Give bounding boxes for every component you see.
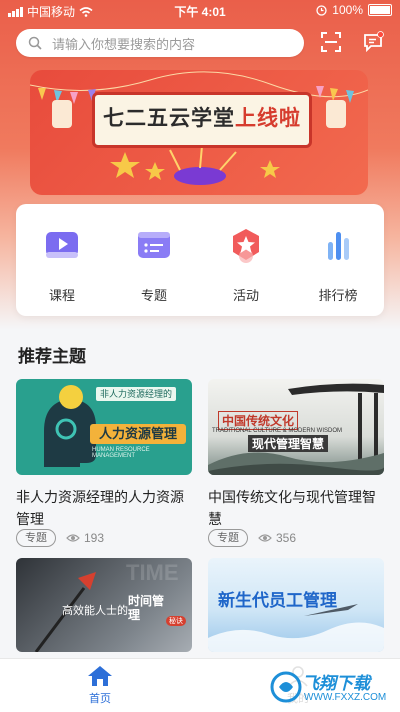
search-icon xyxy=(28,36,42,50)
scan-icon[interactable] xyxy=(320,31,342,53)
section-title: 推荐主题 xyxy=(18,347,86,366)
view-count-value: 356 xyxy=(276,531,297,545)
thumb-main: 人力资源管理 xyxy=(90,424,186,444)
topic-tag: 专题 xyxy=(16,529,56,547)
home-icon xyxy=(88,666,112,686)
nav-label: 课程 xyxy=(48,288,75,303)
star-badge-icon xyxy=(233,229,259,263)
topic-meta: 专题 356 xyxy=(208,529,296,547)
play-video-icon xyxy=(46,232,78,258)
bar-chart-icon xyxy=(328,232,349,260)
thumb-main: 时间管理 xyxy=(128,594,165,622)
view-count-value: 193 xyxy=(84,531,105,545)
eye-icon xyxy=(66,534,80,542)
topic-tag: 专题 xyxy=(208,529,248,547)
battery-percent: 100% xyxy=(332,3,363,17)
thumb-en: TRADITIONAL CULTURE & MODERN WISDOM xyxy=(212,428,343,434)
view-count: 193 xyxy=(66,531,104,545)
thumb-line1: 高效能人士的 xyxy=(62,605,128,617)
battery-icon xyxy=(368,4,392,16)
search-input[interactable]: 请输入你想要搜索的内容 xyxy=(16,29,304,57)
nav-label: 专题 xyxy=(140,288,167,303)
watermark-name: 飞翔下载 xyxy=(302,674,370,693)
thumb-main: 现代管理智慧 xyxy=(248,435,329,452)
topic-meta: 专题 193 xyxy=(16,529,104,547)
nav-label: 活动 xyxy=(232,288,259,303)
fxxz-logo-icon xyxy=(270,671,302,703)
tab-home[interactable]: 首页 xyxy=(70,665,130,706)
nav-item-ranking[interactable]: 排行榜 xyxy=(298,226,378,304)
promo-banner[interactable]: 七二五云学堂上线啦 xyxy=(30,70,368,195)
topic-thumbnail-hr[interactable]: 非人力资源经理的 人力资源管理 HUMAN RESOURCE MANAGEMEN… xyxy=(16,379,192,475)
watermark-logo: 飞翔下载 WWW.FXXZ.COM xyxy=(266,665,396,709)
status-bar: 中国移动 下午 4:01 100% xyxy=(0,0,400,22)
list-folder-icon xyxy=(138,232,170,258)
view-count: 356 xyxy=(258,531,296,545)
nav-item-activities[interactable]: 活动 xyxy=(206,226,286,304)
alarm-icon xyxy=(316,4,327,16)
thumb-main: 新生代员工管理 xyxy=(218,591,337,610)
thumb-badge: 秘诀 xyxy=(166,616,186,626)
tab-label: 首页 xyxy=(89,693,111,705)
nav-item-courses[interactable]: 课程 xyxy=(22,226,102,304)
thumb-line1: 非人力资源经理的 xyxy=(96,387,176,401)
topic-title[interactable]: 非人力资源经理的人力资源管理 xyxy=(16,486,194,530)
nav-item-topics[interactable]: 专题 xyxy=(114,226,194,304)
banner-title: 七二五云学堂上线啦 xyxy=(103,107,301,130)
eye-icon xyxy=(258,534,272,542)
topic-title[interactable]: 中国传统文化与现代管理智慧 xyxy=(208,486,386,530)
message-icon[interactable] xyxy=(362,31,384,53)
topic-thumbnail-time[interactable]: TIME 高效能人士的 时间管理 秘诀 xyxy=(16,558,192,652)
thumb-sub: HUMAN RESOURCE MANAGEMENT xyxy=(92,447,150,459)
topic-thumbnail-culture[interactable]: 中国传统文化 TRADITIONAL CULTURE & MODERN WISD… xyxy=(208,379,384,475)
nav-label: 排行榜 xyxy=(318,288,358,303)
watermark-url: WWW.FXXZ.COM xyxy=(304,692,387,703)
topic-thumbnail-newgen[interactable]: 新生代员工管理 xyxy=(208,558,384,652)
category-nav: 课程 专题 活动 排行榜 xyxy=(16,204,384,316)
search-placeholder: 请输入你想要搜索的内容 xyxy=(52,36,196,52)
